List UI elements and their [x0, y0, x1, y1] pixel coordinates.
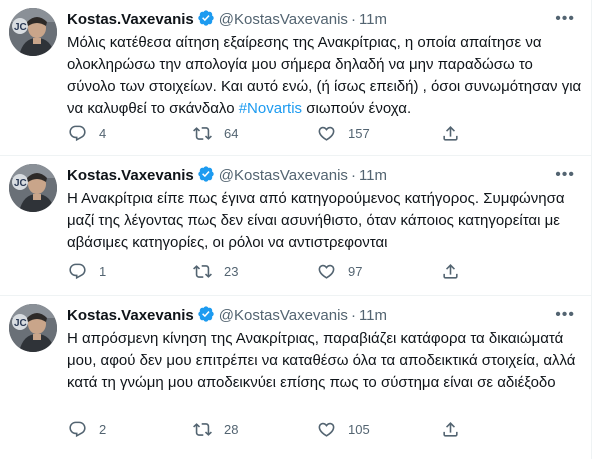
like-icon: [317, 124, 336, 143]
tweet-header: Kostas.Vaxevanis @KostasVaxevanis · 11m •••: [67, 305, 587, 325]
retweet-count: 28: [224, 421, 239, 437]
author-name[interactable]: Kostas.Vaxevanis: [67, 307, 194, 324]
share-icon: [441, 262, 460, 281]
like-icon: [317, 420, 336, 439]
avatar[interactable]: [9, 8, 57, 56]
retweet-icon: [193, 420, 212, 439]
reply-icon: [68, 420, 87, 439]
tweet[interactable]: Kostas.Vaxevanis @KostasVaxevanis · 11m •••…: [0, 296, 591, 459]
like-button[interactable]: 105: [317, 417, 370, 441]
like-icon: [317, 262, 336, 281]
like-count: 105: [348, 421, 370, 437]
tweet-time[interactable]: 11m: [359, 167, 387, 184]
author-name[interactable]: Kostas.Vaxevanis: [67, 167, 194, 184]
author-handle[interactable]: @KostasVaxevanis: [219, 307, 348, 324]
like-count: 97: [348, 263, 363, 279]
reply-button[interactable]: 2: [68, 417, 106, 441]
tweet-actions: 2 28 105: [60, 417, 500, 441]
tweet-actions: 1 23 97: [60, 259, 500, 283]
author-handle[interactable]: @KostasVaxevanis: [219, 167, 348, 184]
avatar[interactable]: [9, 304, 57, 352]
avatar-image: [9, 8, 57, 56]
tweet-text: Μόλις κατέθεσα αίτηση εξαίρεσης της Ανακ…: [67, 32, 582, 120]
tweet-header: Kostas.Vaxevanis @KostasVaxevanis · 11m •••: [67, 165, 587, 185]
like-count: 157: [348, 125, 370, 141]
more-icon[interactable]: •••: [555, 10, 575, 28]
reply-count: 1: [99, 263, 107, 279]
avatar[interactable]: [9, 164, 57, 212]
more-icon[interactable]: •••: [555, 166, 575, 184]
tweet-text: Η απρόσμενη κίνηση της Ανακρίτριας, παρα…: [67, 330, 576, 391]
hashtag-link[interactable]: #Novartis: [239, 100, 302, 117]
retweet-button[interactable]: 28: [193, 417, 238, 441]
reply-count: 4: [99, 125, 107, 141]
reply-button[interactable]: 1: [68, 259, 106, 283]
share-button[interactable]: [441, 259, 460, 283]
share-button[interactable]: [441, 417, 460, 441]
tweet-text: Η Ανακρίτρια είπε πως έγινα από κατηγορο…: [67, 190, 565, 251]
more-icon[interactable]: •••: [555, 306, 575, 324]
separator-dot: ·: [350, 11, 356, 28]
separator-dot: ·: [350, 167, 356, 184]
retweet-count: 64: [224, 125, 239, 141]
avatar-image: [9, 304, 57, 352]
tweet-time[interactable]: 11m: [359, 11, 387, 28]
share-icon: [441, 420, 460, 439]
timeline-border: [591, 0, 592, 459]
reply-count: 2: [99, 421, 107, 437]
share-icon: [441, 124, 460, 143]
like-button[interactable]: 157: [317, 121, 370, 145]
tweet[interactable]: Kostas.Vaxevanis @KostasVaxevanis · 11m •••…: [0, 0, 591, 156]
share-button[interactable]: [441, 121, 460, 145]
reply-icon: [68, 262, 87, 281]
retweet-icon: [193, 124, 212, 143]
verified-badge-icon: [197, 305, 215, 323]
retweet-button[interactable]: 23: [193, 259, 238, 283]
tweet-time[interactable]: 11m: [359, 307, 387, 324]
retweet-icon: [193, 262, 212, 281]
like-button[interactable]: 97: [317, 259, 362, 283]
author-handle[interactable]: @KostasVaxevanis: [219, 11, 348, 28]
separator-dot: ·: [350, 307, 356, 324]
reply-button[interactable]: 4: [68, 121, 106, 145]
retweet-count: 23: [224, 263, 239, 279]
avatar-image: [9, 164, 57, 212]
tweet-actions: 4 64 157: [60, 121, 500, 145]
author-name[interactable]: Kostas.Vaxevanis: [67, 11, 194, 28]
retweet-button[interactable]: 64: [193, 121, 238, 145]
tweet-header: Kostas.Vaxevanis @KostasVaxevanis · 11m •••: [67, 9, 587, 29]
tweet-text-part: σιωπούν ένοχα.: [302, 100, 412, 117]
reply-icon: [68, 124, 87, 143]
verified-badge-icon: [197, 165, 215, 183]
tweet[interactable]: Kostas.Vaxevanis @KostasVaxevanis · 11m •••…: [0, 156, 591, 296]
verified-badge-icon: [197, 9, 215, 27]
